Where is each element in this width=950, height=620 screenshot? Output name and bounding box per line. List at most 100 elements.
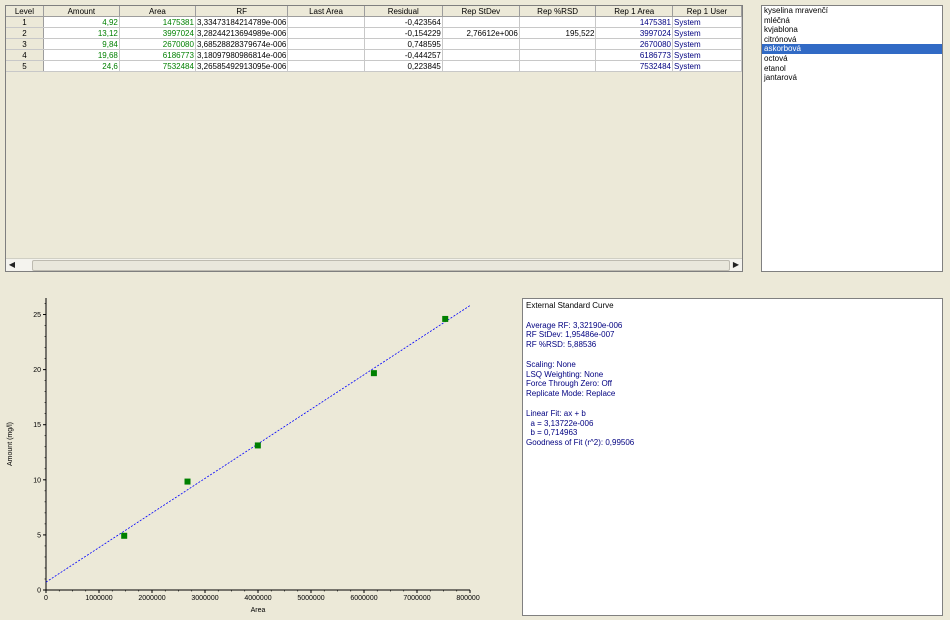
table-cell[interactable]: 3997024 — [119, 27, 196, 39]
list-item[interactable]: jantarová — [762, 73, 942, 83]
table-cell[interactable]: -0,444257 — [364, 49, 443, 61]
table-cell[interactable]: 195,522 — [519, 27, 597, 39]
table-cell[interactable]: 0,748595 — [364, 38, 443, 50]
column-header[interactable]: Residual — [364, 6, 443, 17]
column-header[interactable]: Amount — [43, 6, 120, 17]
table-cell[interactable] — [519, 60, 597, 72]
calibration-curve-chart: 0 1000000 2000000 3000000 4000000 5000000 6000… — [7, 298, 480, 614]
table-cell[interactable] — [442, 16, 520, 28]
scroll-right-icon[interactable]: ▶ — [730, 259, 742, 271]
table-cell[interactable]: 6186773 — [595, 49, 673, 61]
table-cell[interactable] — [287, 27, 365, 39]
table-cell[interactable]: 4,92 — [43, 16, 120, 28]
column-header[interactable]: Area — [119, 6, 196, 17]
table-row[interactable]: 4 19,68 6186773 3,18097980986814e-006 -0,444… — [6, 49, 743, 61]
table-cell[interactable]: System — [672, 16, 743, 28]
table-cell[interactable]: System — [672, 60, 743, 72]
table-cell[interactable]: 6186773 — [119, 49, 196, 61]
table-cell[interactable] — [442, 38, 520, 50]
curve-info-line: LSQ Weighting: None — [526, 369, 604, 379]
table-cell[interactable] — [287, 60, 365, 72]
table-cell[interactable] — [287, 16, 365, 28]
table-cell[interactable]: 2670080 — [119, 38, 196, 50]
data-point — [254, 442, 261, 449]
column-header[interactable]: Rep 1 Area — [595, 6, 673, 17]
table-cell[interactable]: System — [672, 27, 743, 39]
table-cell[interactable] — [519, 38, 597, 50]
scroll-left-icon[interactable]: ◀ — [6, 259, 18, 271]
curve-info-title: External Standard Curve — [526, 301, 614, 310]
column-header[interactable]: Level — [6, 6, 44, 17]
table-cell[interactable]: 3,26585492913095e-006 — [195, 60, 289, 72]
x-tick-label: 7000000 — [403, 595, 430, 602]
scroll-thumb[interactable] — [32, 260, 730, 271]
table-cell[interactable]: 24,6 — [43, 60, 120, 72]
table-cell[interactable]: 2670080 — [595, 38, 673, 50]
list-item[interactable]: kvjablona — [762, 25, 942, 35]
table-cell[interactable]: 1475381 — [119, 16, 196, 28]
table-cell[interactable]: 2,76612e+006 — [442, 27, 520, 39]
data-point — [442, 315, 449, 322]
curve-info-line: b = 0,714963 — [526, 428, 578, 438]
list-item[interactable]: etanol — [762, 64, 942, 74]
table-cell[interactable]: 3 — [6, 38, 44, 50]
list-item[interactable]: mléčná — [762, 16, 942, 26]
x-tick-label: 8000000 — [456, 595, 480, 602]
curve-info-line: Replicate Mode: Replace — [526, 389, 616, 399]
x-tick-label: 3000000 — [191, 595, 218, 602]
table-cell[interactable]: 1 — [6, 16, 44, 28]
table-cell[interactable]: -0,154229 — [364, 27, 443, 39]
table-cell[interactable]: 3,68528828379674e-006 — [195, 38, 289, 50]
list-item[interactable]: askorbová — [762, 44, 942, 54]
list-item[interactable]: kyselina mravenčí — [762, 6, 942, 16]
table-cell[interactable] — [519, 16, 597, 28]
table-cell[interactable]: 2 — [6, 27, 44, 39]
horizontal-scrollbar[interactable]: ◀ ▶ — [6, 258, 742, 271]
table-cell[interactable]: 5 — [6, 60, 44, 72]
table-row[interactable]: 5 24,6 7532484 3,26585492913095e-006 0,22384… — [6, 60, 743, 72]
list-item[interactable]: octová — [762, 54, 942, 64]
column-header[interactable]: RF — [195, 6, 289, 17]
table-cell[interactable]: 1475381 — [595, 16, 673, 28]
table-cell[interactable]: 3,28244213694989e-006 — [195, 27, 289, 39]
table-cell[interactable]: 13,12 — [43, 27, 120, 39]
y-tick-label: 10 — [33, 477, 41, 484]
x-axis-label: Area — [251, 607, 266, 614]
table-cell[interactable]: 3,18097980986814e-006 — [195, 49, 289, 61]
table-cell[interactable] — [442, 60, 520, 72]
table-cell[interactable]: 3,33473184214789e-006 — [195, 16, 289, 28]
curve-info-line: Scaling: None — [526, 359, 576, 369]
table-cell[interactable]: System — [672, 38, 743, 50]
table-cell[interactable]: 7532484 — [595, 60, 673, 72]
table-row[interactable]: 1 4,92 1475381 3,33473184214789e-006 -0,4235… — [6, 16, 743, 28]
column-header[interactable]: Rep StDev — [442, 6, 520, 17]
table-cell[interactable] — [442, 49, 520, 61]
table-cell[interactable] — [519, 49, 597, 61]
table-cell[interactable]: 0,223845 — [364, 60, 443, 72]
table-cell[interactable]: System — [672, 49, 743, 61]
table-cell[interactable] — [287, 38, 365, 50]
table-row[interactable]: 3 9,84 2670080 3,68528828379674e-006 0,74859… — [6, 38, 743, 50]
curve-info-panel: External Standard Curve Average RF: 3,32… — [522, 298, 943, 616]
column-header[interactable]: Rep 1 User — [672, 6, 743, 17]
y-tick-label: 0 — [37, 588, 41, 595]
x-tick-label: 6000000 — [350, 595, 377, 602]
table-cell[interactable] — [287, 49, 365, 61]
calibration-table[interactable]: Level Amount Area RF Last Area Residual Rep St… — [5, 5, 743, 272]
table-cell[interactable]: 9,84 — [43, 38, 120, 50]
curve-info-line: Goodness of Fit (r^2): 0,99506 — [526, 438, 635, 448]
curve-info-line: Average RF: 3,32190e-006 — [526, 320, 623, 330]
column-header[interactable]: Rep %RSD — [519, 6, 597, 17]
table-row[interactable]: 2 13,12 3997024 3,28244213694989e-006 -0,154… — [6, 27, 743, 39]
y-tick-label: 20 — [33, 367, 41, 374]
list-item[interactable]: citrónová — [762, 35, 942, 45]
component-list[interactable]: kyselina mravenčí mléčná kvjablona citrónov… — [761, 5, 943, 272]
table-cell[interactable]: -0,423564 — [364, 16, 443, 28]
table-cell[interactable]: 19,68 — [43, 49, 120, 61]
table-cell[interactable]: 7532484 — [119, 60, 196, 72]
column-header[interactable]: Last Area — [287, 6, 365, 17]
curve-info-line: Linear Fit: ax + b — [526, 408, 586, 418]
curve-info-line: RF %RSD: 5,88536 — [526, 340, 597, 350]
table-cell[interactable]: 4 — [6, 49, 44, 61]
table-cell[interactable]: 3997024 — [595, 27, 673, 39]
